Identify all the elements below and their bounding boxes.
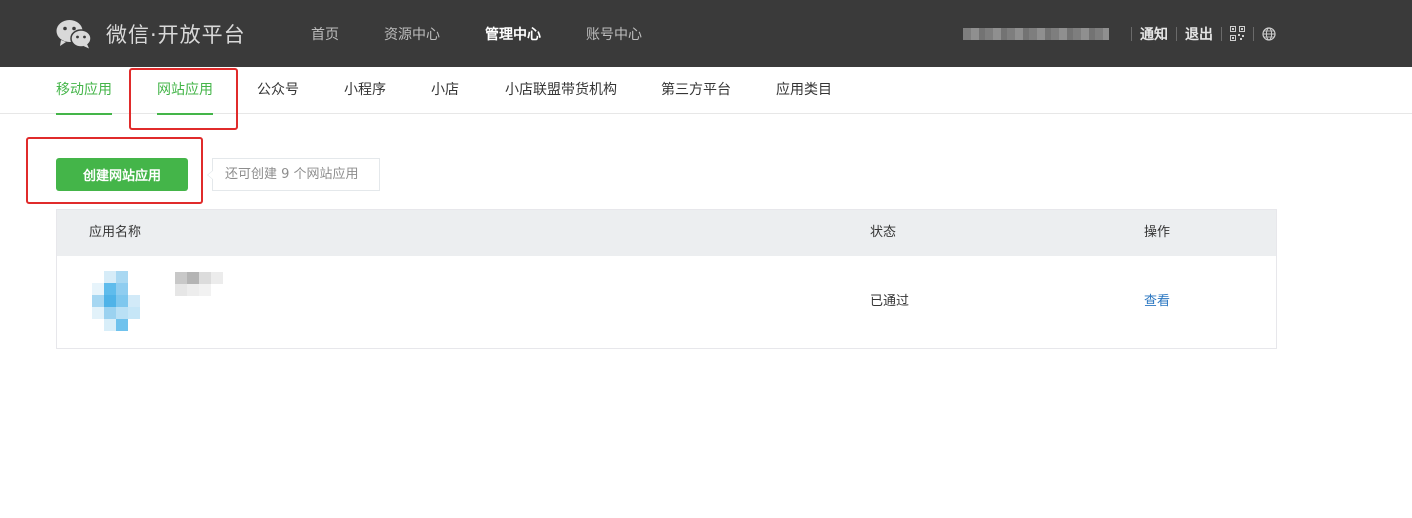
account-name-redacted[interactable] <box>963 27 1109 40</box>
sub-nav: 移动应用 网站应用 公众号 小程序 小店 小店联盟带货机构 第三方平台 应用类目 <box>0 67 1412 115</box>
table-header: 应用名称 状态 操作 <box>57 210 1276 256</box>
divider <box>1131 26 1132 41</box>
subnav-mini-programs[interactable]: 小程序 <box>344 67 386 114</box>
divider <box>1253 26 1254 41</box>
subnav-website-apps[interactable]: 网站应用 <box>157 67 213 115</box>
subnav-shop-alliance[interactable]: 小店联盟带货机构 <box>505 67 617 114</box>
wechat-logo-icon <box>56 20 92 49</box>
top-header: 微信·开放平台 首页 资源中心 管理中心 账号中心 通知 退出 <box>0 0 1412 67</box>
remaining-quota-tip: 还可创建 9 个网站应用 <box>207 158 380 191</box>
header-right: 通知 退出 <box>963 0 1276 67</box>
app-status: 已通过 <box>870 294 910 309</box>
divider <box>1176 26 1177 41</box>
notify-link[interactable]: 通知 <box>1140 24 1168 44</box>
subnav-third-party-platform[interactable]: 第三方平台 <box>661 67 731 114</box>
view-app-link[interactable]: 查看 <box>1144 256 1170 348</box>
topnav-account[interactable]: 账号中心 <box>586 24 642 44</box>
column-header-actions: 操作 <box>1144 225 1171 240</box>
app-name-redacted[interactable] <box>175 272 225 298</box>
logo-text: 微信·开放平台 <box>106 23 246 47</box>
topnav-management[interactable]: 管理中心 <box>485 24 541 44</box>
globe-icon[interactable] <box>1262 26 1276 41</box>
topnav-home[interactable]: 首页 <box>311 24 339 44</box>
logo[interactable]: 微信·开放平台 <box>56 17 246 51</box>
column-header-app-name: 应用名称 <box>89 225 142 240</box>
qrcode-icon[interactable] <box>1230 26 1245 41</box>
subnav-mobile-apps[interactable]: 移动应用 <box>56 67 112 115</box>
subnav-shop[interactable]: 小店 <box>431 67 459 114</box>
apps-table: 应用名称 状态 操作 已通过 查看 <box>56 209 1277 349</box>
app-icon-redacted <box>92 271 154 337</box>
divider <box>1221 26 1222 41</box>
subnav-app-categories[interactable]: 应用类目 <box>776 67 832 114</box>
subnav-official-accounts[interactable]: 公众号 <box>257 67 299 114</box>
column-header-status: 状态 <box>870 225 897 240</box>
topnav-resources[interactable]: 资源中心 <box>384 24 440 44</box>
table-row: 已通过 查看 <box>57 256 1276 348</box>
create-website-app-button[interactable]: 创建网站应用 <box>56 158 188 191</box>
top-nav: 首页 资源中心 管理中心 账号中心 <box>311 0 687 67</box>
logout-link[interactable]: 退出 <box>1185 24 1213 44</box>
